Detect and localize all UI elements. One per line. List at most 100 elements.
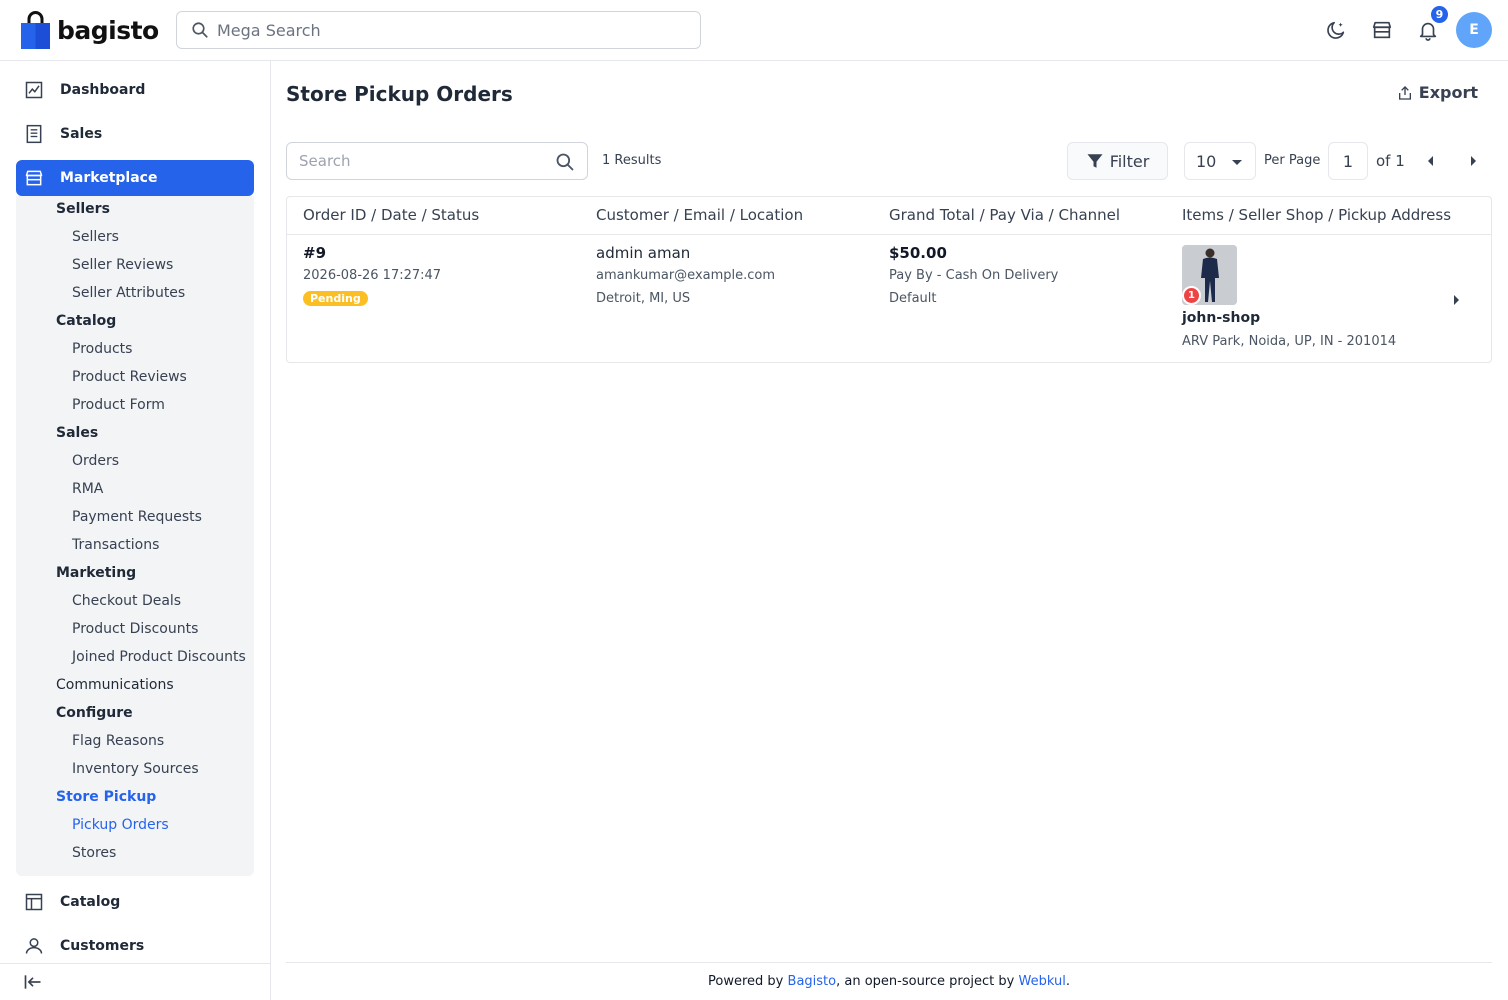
submenu-item-orders[interactable]: Orders [72,453,119,469]
submenu-item-inventory-sources[interactable]: Inventory Sources [72,761,199,777]
column-header[interactable]: Order ID / Date / Status [303,206,479,224]
column-header[interactable]: Items / Seller Shop / Pickup Address [1182,206,1451,224]
dashboard-icon [25,81,43,99]
moon-icon [1327,21,1345,39]
per-page-value: 10 [1196,151,1217,171]
page-total: of 1 [1376,152,1405,170]
submenu-group-catalog[interactable]: Catalog [56,313,116,329]
caret-right-icon [1471,156,1476,166]
collapse-sidebar-button[interactable] [0,963,270,1000]
submenu-group-store-pickup[interactable]: Store Pickup [56,789,156,805]
sidebar-item-label: Sales [60,126,103,142]
filter-label: Filter [1109,151,1150,171]
shopping-bag-icon [21,11,50,49]
order-date: 2026-08-26 17:27:47 [303,268,442,283]
filter-button[interactable]: Filter [1067,142,1168,180]
sidebar-item-catalog[interactable]: Catalog [16,884,254,920]
table-header: Order ID / Date / Status Customer / Emai… [287,197,1491,235]
submenu-item-product-reviews[interactable]: Product Reviews [72,369,187,385]
footer-middle: , an open-source project by [836,974,1015,989]
results-count: 1 Results [602,153,662,168]
sidebar-item-marketplace[interactable]: Marketplace [16,160,254,196]
sidebar-item-label: Marketplace [60,170,158,186]
column-header[interactable]: Grand Total / Pay Via / Channel [889,206,1120,224]
per-page-select[interactable]: 10 [1184,142,1256,180]
user-avatar[interactable]: E [1456,12,1492,48]
customers-icon [25,938,43,954]
datagrid-search[interactable] [286,142,588,180]
status-badge: Pending [303,291,368,306]
search-icon [192,22,208,38]
submenu-item-transactions[interactable]: Transactions [72,537,159,553]
top-bar: bagisto 9 E [0,0,1508,61]
main-content: Store Pickup Orders Export 1 Results Fil… [271,61,1508,1000]
customer-email: amankumar@example.com [596,268,776,283]
customer-name: admin aman [596,244,691,262]
export-icon [1398,85,1411,100]
grand-total: $50.00 [889,244,947,262]
mega-search[interactable] [176,11,701,49]
submenu-group-communications[interactable]: Communications [56,677,174,693]
page-number-input[interactable]: 1 [1328,142,1368,180]
collapse-left-icon [24,975,41,989]
submenu-item-flag-reasons[interactable]: Flag Reasons [72,733,164,749]
submenu-item-rma[interactable]: RMA [72,481,103,497]
submenu-item-joined-product-discounts[interactable]: Joined Product Discounts [72,649,246,665]
channel: Default [889,291,937,306]
submenu-group-sellers[interactable]: Sellers [56,201,110,217]
submenu-item-product-form[interactable]: Product Form [72,397,165,413]
filter-icon [1087,154,1103,168]
submenu-item-product-discounts[interactable]: Product Discounts [72,621,198,637]
footer-prefix: Powered by [708,974,784,989]
brand-logo[interactable]: bagisto [21,11,159,49]
next-page-button[interactable] [1466,154,1480,168]
pickup-address: ARV Park, Noida, UP, IN - 201014 [1182,334,1397,349]
notification-count-badge: 9 [1429,4,1450,25]
caret-right-icon [1454,295,1459,305]
submenu-item-pickup-orders[interactable]: Pickup Orders [72,817,169,833]
search-icon[interactable] [555,152,575,176]
row-view-button[interactable] [1451,291,1461,310]
sidebar-item-label: Dashboard [60,82,146,98]
submenu-group-configure[interactable]: Configure [56,705,133,721]
orders-table: Order ID / Date / Status Customer / Emai… [286,196,1492,363]
sidebar-item-customers[interactable]: Customers [16,928,254,964]
catalog-icon [25,893,43,911]
submenu-item-seller-reviews[interactable]: Seller Reviews [72,257,173,273]
sales-icon [26,124,42,144]
submenu-item-products[interactable]: Products [72,341,132,357]
bagisto-link[interactable]: Bagisto [788,974,837,989]
webkul-link[interactable]: Webkul [1019,974,1066,989]
submenu-item-sellers[interactable]: Sellers [72,229,119,245]
brand-name: bagisto [57,15,159,45]
store-icon [1372,21,1392,39]
dark-mode-toggle[interactable] [1324,18,1348,42]
export-button[interactable]: Export [1397,83,1478,102]
export-label: Export [1418,83,1478,102]
storefront-button[interactable] [1370,18,1394,42]
seller-shop: john-shop [1182,310,1261,326]
submenu-group-marketing[interactable]: Marketing [56,565,136,581]
mega-search-input[interactable] [217,20,667,40]
submenu-group-sales[interactable]: Sales [56,425,98,441]
store-icon [25,170,43,186]
per-page-label: Per Page [1264,153,1321,168]
submenu-item-stores[interactable]: Stores [72,845,116,861]
previous-page-button[interactable] [1424,154,1438,168]
footer: Powered by Bagisto, an open-source proje… [286,962,1492,1000]
sidebar-item-sales[interactable]: Sales [16,116,254,152]
payment-method: Pay By - Cash On Delivery [889,268,1059,283]
sidebar-item-dashboard[interactable]: Dashboard [16,72,254,108]
item-quantity-badge: 1 [1182,286,1201,305]
submenu-item-seller-attributes[interactable]: Seller Attributes [72,285,185,301]
caret-left-icon [1428,156,1433,166]
column-header[interactable]: Customer / Email / Location [596,206,803,224]
order-id: #9 [303,244,327,262]
customer-location: Detroit, MI, US [596,291,691,306]
submenu-item-checkout-deals[interactable]: Checkout Deals [72,593,181,609]
sidebar-item-label: Catalog [60,894,121,910]
sidebar: Dashboard Sales Marketplace Sellers Selle… [0,61,271,1000]
submenu-item-payment-requests[interactable]: Payment Requests [72,509,202,525]
sidebar-item-label: Customers [60,938,145,954]
datagrid-search-input[interactable] [299,152,549,170]
